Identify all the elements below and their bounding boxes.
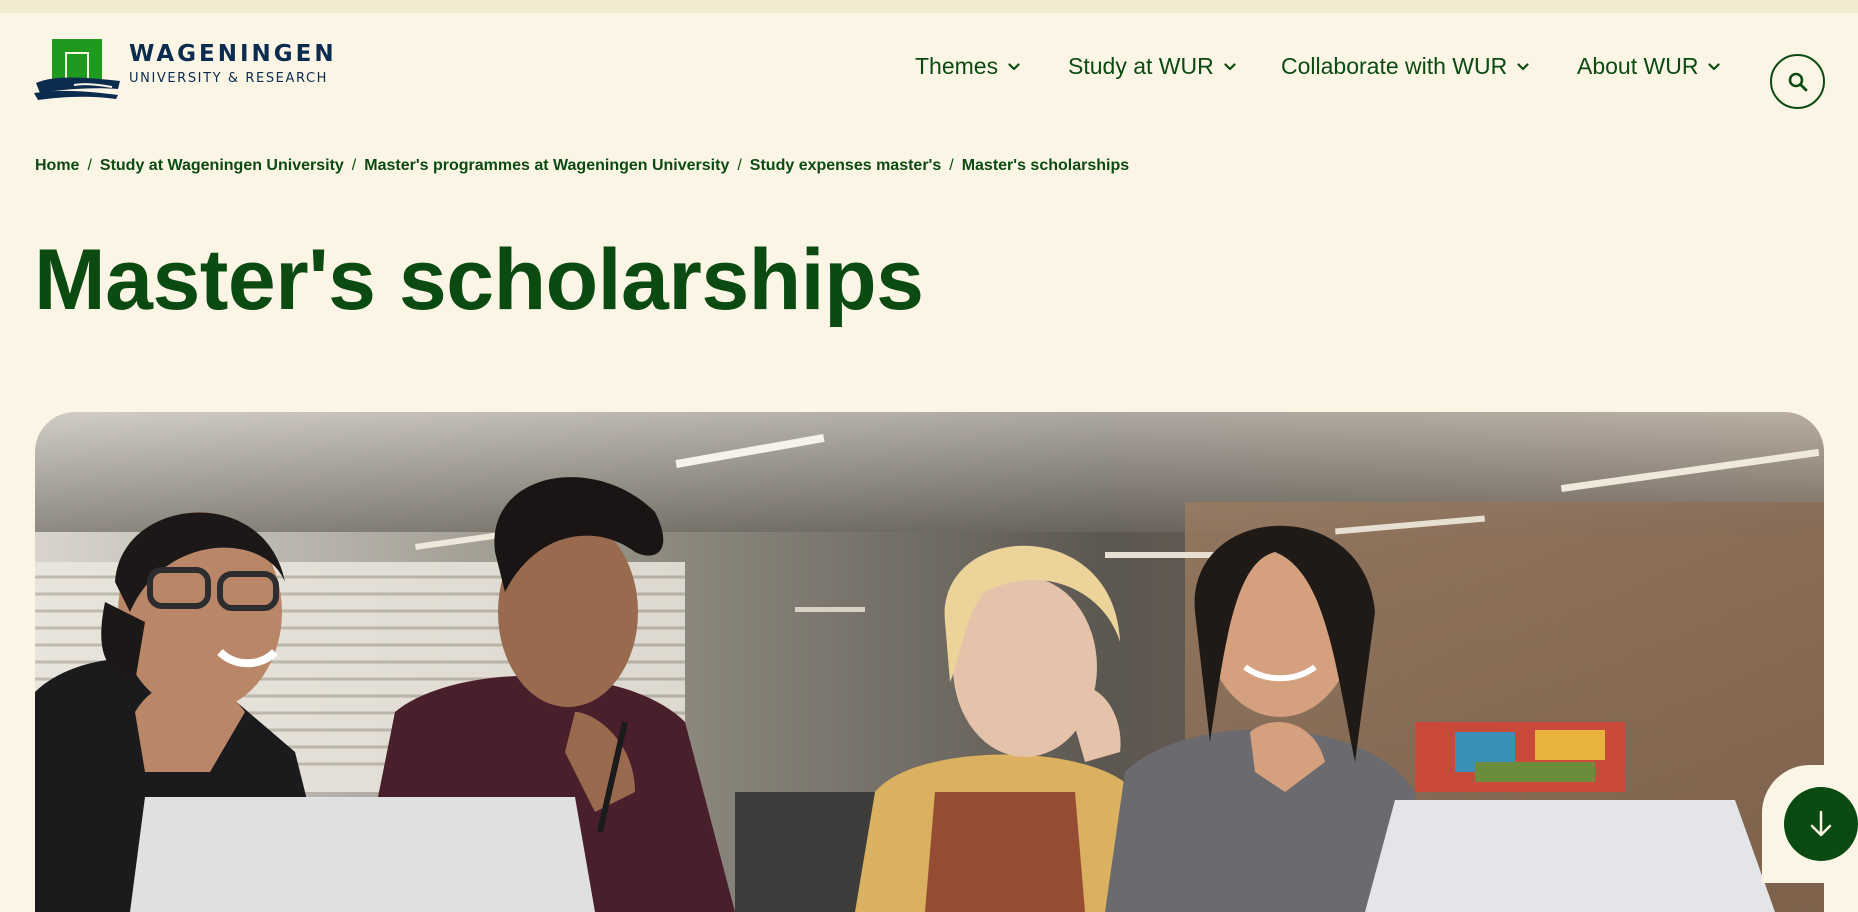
breadcrumb-masters-programmes[interactable]: Master's programmes at Wageningen Univer…	[364, 157, 729, 175]
top-strip	[0, 0, 1858, 13]
breadcrumb-separator: /	[949, 157, 954, 174]
search-button[interactable]	[1770, 54, 1825, 109]
breadcrumb-current[interactable]: Master's scholarships	[962, 157, 1129, 175]
wur-logo-mark-icon	[34, 39, 120, 100]
nav-item-themes[interactable]: Themes	[915, 53, 1020, 80]
breadcrumb-study-expenses[interactable]: Study expenses master's	[750, 157, 941, 175]
search-icon	[1788, 72, 1807, 91]
breadcrumb-study[interactable]: Study at Wageningen University	[100, 157, 344, 175]
nav-item-label: Study at WUR	[1068, 53, 1214, 79]
logo-wordmark: WAGENINGEN	[129, 41, 337, 67]
logo-subtitle: UNIVERSITY & RESEARCH	[129, 71, 329, 86]
hero-photo	[35, 412, 1824, 912]
nav-item-label: Collaborate with WUR	[1281, 53, 1508, 79]
chevron-down-icon	[1008, 62, 1020, 70]
breadcrumb-separator: /	[87, 157, 92, 174]
chevron-down-icon	[1517, 62, 1529, 70]
chevron-down-icon	[1708, 62, 1721, 70]
scroll-down-button[interactable]	[1784, 787, 1858, 861]
nav-item-about[interactable]: About WUR	[1577, 53, 1721, 80]
arrow-down-icon	[1810, 810, 1832, 837]
nav-item-label: Themes	[915, 53, 999, 79]
nav-item-label: About WUR	[1577, 53, 1699, 79]
page-title: Master's scholarships	[34, 232, 924, 328]
nav-item-study[interactable]: Study at WUR	[1068, 53, 1236, 80]
breadcrumb: Home / Study at Wageningen University / …	[35, 154, 1129, 178]
chevron-down-icon	[1224, 62, 1236, 70]
nav-item-collaborate[interactable]: Collaborate with WUR	[1281, 53, 1529, 80]
breadcrumb-home[interactable]: Home	[35, 157, 79, 175]
breadcrumb-separator: /	[737, 157, 742, 174]
hero-image	[35, 412, 1824, 912]
breadcrumb-separator: /	[351, 157, 357, 174]
site-header: WAGENINGEN UNIVERSITY & RESEARCH Themes …	[0, 13, 1858, 123]
wur-logo[interactable]: WAGENINGEN UNIVERSITY & RESEARCH	[34, 37, 354, 101]
